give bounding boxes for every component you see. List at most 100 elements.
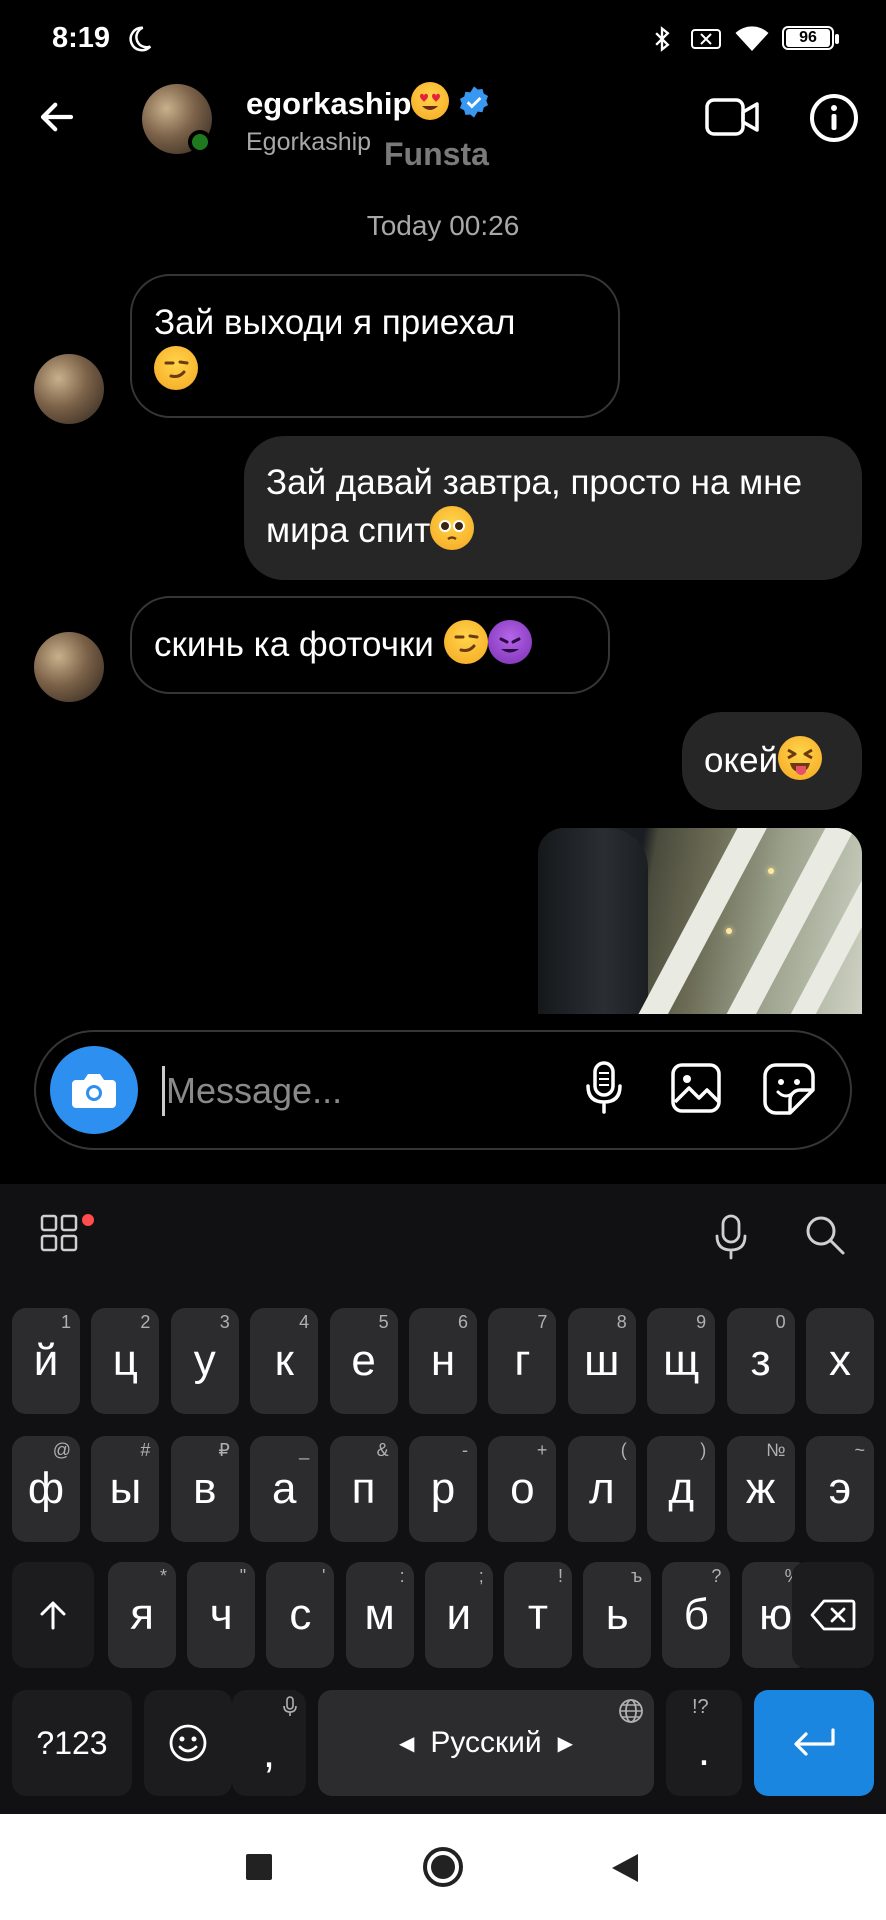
key-1[interactable]: я * — [108, 1562, 176, 1668]
key-9[interactable]: щ9 — [647, 1308, 716, 1414]
key-hint: 2 — [140, 1312, 151, 1332]
language-right-arrow: ▶ — [557, 1732, 574, 1755]
key-label: л — [588, 1464, 615, 1513]
shift-key[interactable] — [12, 1562, 94, 1668]
key-hint: 0 — [775, 1312, 786, 1332]
apps-grid-icon[interactable] — [40, 1214, 78, 1252]
key-10[interactable]: ж № — [726, 1436, 795, 1542]
message-text: Зай давай завтра, просто на мне мира спи… — [266, 463, 803, 550]
symbols-key[interactable]: ?123 — [12, 1690, 132, 1796]
photo-message[interactable] — [538, 828, 862, 1014]
message-text: окей — [704, 741, 779, 780]
sticker-icon[interactable] — [762, 1062, 816, 1116]
key-6[interactable]: р- — [409, 1436, 477, 1542]
message-bubble-incoming[interactable]: скинь ка фоточки — [130, 596, 610, 694]
key-label: ц — [112, 1336, 138, 1385]
key-4[interactable]: а _ — [250, 1436, 319, 1542]
contact-name-row[interactable]: egorkaship — [246, 82, 491, 122]
key-label: я — [130, 1590, 154, 1639]
comma-key[interactable]: , — [232, 1690, 306, 1796]
sender-avatar[interactable] — [34, 354, 104, 424]
bluetooth-icon — [655, 26, 670, 52]
key-hint: 1 — [60, 1312, 71, 1332]
key-4[interactable]: к4 — [250, 1308, 319, 1414]
sender-avatar[interactable] — [34, 632, 104, 702]
microphone-icon[interactable] — [582, 1060, 626, 1116]
key-label: ю — [759, 1590, 793, 1639]
key-11[interactable]: х — [806, 1308, 874, 1414]
key-hint: ъ — [630, 1566, 643, 1586]
key-3[interactable]: с ' — [266, 1562, 335, 1668]
message-input[interactable] — [164, 1060, 548, 1122]
key-10[interactable]: з0 — [726, 1308, 795, 1414]
key-5[interactable]: и; — [424, 1562, 493, 1668]
key-hint: # — [140, 1440, 151, 1460]
globe-icon — [619, 1699, 643, 1723]
key-3[interactable]: у3 — [170, 1308, 239, 1414]
voice-hint-icon — [283, 1696, 297, 1716]
key-3[interactable]: в ₽ — [170, 1436, 239, 1542]
message-bubble-outgoing[interactable]: окей — [682, 712, 862, 810]
enter-key[interactable] — [754, 1690, 874, 1796]
space-key[interactable]: ◀ Русский ▶ — [318, 1690, 654, 1796]
key-label: г — [514, 1336, 531, 1385]
battery-level: 96 — [786, 29, 830, 47]
key-8[interactable]: б? — [662, 1562, 731, 1668]
key-5[interactable]: е5 — [329, 1308, 398, 1414]
key-hint: 4 — [299, 1312, 310, 1332]
key-8[interactable]: ш8 — [567, 1308, 636, 1414]
symbols-key-label: ?123 — [36, 1724, 108, 1761]
key-label: ж — [745, 1464, 776, 1513]
gallery-icon[interactable] — [670, 1062, 722, 1114]
key-label: с — [289, 1590, 312, 1639]
message-bubble-outgoing[interactable]: Зай давай завтра, просто на мне мира спи… — [244, 436, 862, 580]
key-label: т — [527, 1590, 549, 1639]
key-8[interactable]: л( — [567, 1436, 636, 1542]
key-7[interactable]: г7 — [488, 1308, 557, 1414]
recents-icon[interactable] — [246, 1854, 272, 1880]
key-label: ф — [27, 1464, 65, 1513]
key-label: м — [364, 1590, 395, 1639]
key-label: щ — [663, 1336, 700, 1385]
key-6[interactable]: т! — [504, 1562, 572, 1668]
message-text: Зай выходи я приехал — [154, 303, 516, 342]
microphone-icon[interactable] — [712, 1214, 750, 1260]
key-label: ч — [209, 1590, 233, 1639]
key-hint: ? — [711, 1566, 722, 1586]
key-5[interactable]: п & — [329, 1436, 398, 1542]
key-7[interactable]: о + — [488, 1436, 557, 1542]
info-icon[interactable] — [808, 92, 860, 144]
period-key-hint: !? — [692, 1696, 709, 1718]
smirk-emoji — [443, 620, 488, 664]
backspace-key[interactable] — [792, 1562, 874, 1668]
key-11[interactable]: э ~ — [806, 1436, 874, 1542]
key-9[interactable]: д) — [647, 1436, 716, 1542]
key-hint: + — [536, 1440, 548, 1460]
video-call-icon[interactable] — [704, 94, 760, 140]
key-6[interactable]: н6 — [409, 1308, 477, 1414]
emoji-key[interactable] — [144, 1690, 232, 1796]
message-bubble-incoming[interactable]: Зай выходи я приехал — [130, 274, 620, 418]
key-hint: 8 — [616, 1312, 627, 1332]
key-label: а — [271, 1464, 297, 1513]
key-2[interactable]: ы # — [91, 1436, 160, 1542]
key-2[interactable]: ц2 — [91, 1308, 160, 1414]
key-1[interactable]: ф @ — [12, 1436, 80, 1542]
key-7[interactable]: ьъ — [583, 1562, 652, 1668]
key-label: ы — [109, 1464, 142, 1513]
key-label: в — [193, 1464, 217, 1513]
key-label: й — [33, 1336, 59, 1385]
camera-button[interactable] — [50, 1046, 138, 1134]
message-text: скинь ка фоточки — [154, 625, 434, 664]
back-arrow-icon[interactable] — [36, 96, 78, 138]
key-1[interactable]: й1 — [12, 1308, 80, 1414]
key-4[interactable]: м: — [345, 1562, 414, 1668]
period-key[interactable]: . !? — [666, 1690, 742, 1796]
key-label: х — [829, 1336, 851, 1385]
key-2[interactable]: ч " — [187, 1562, 256, 1668]
back-icon[interactable] — [610, 1852, 640, 1884]
comma-key-label: , — [262, 1728, 276, 1777]
key-label: э — [828, 1464, 852, 1513]
home-icon[interactable] — [422, 1846, 464, 1888]
search-icon[interactable] — [804, 1214, 846, 1256]
